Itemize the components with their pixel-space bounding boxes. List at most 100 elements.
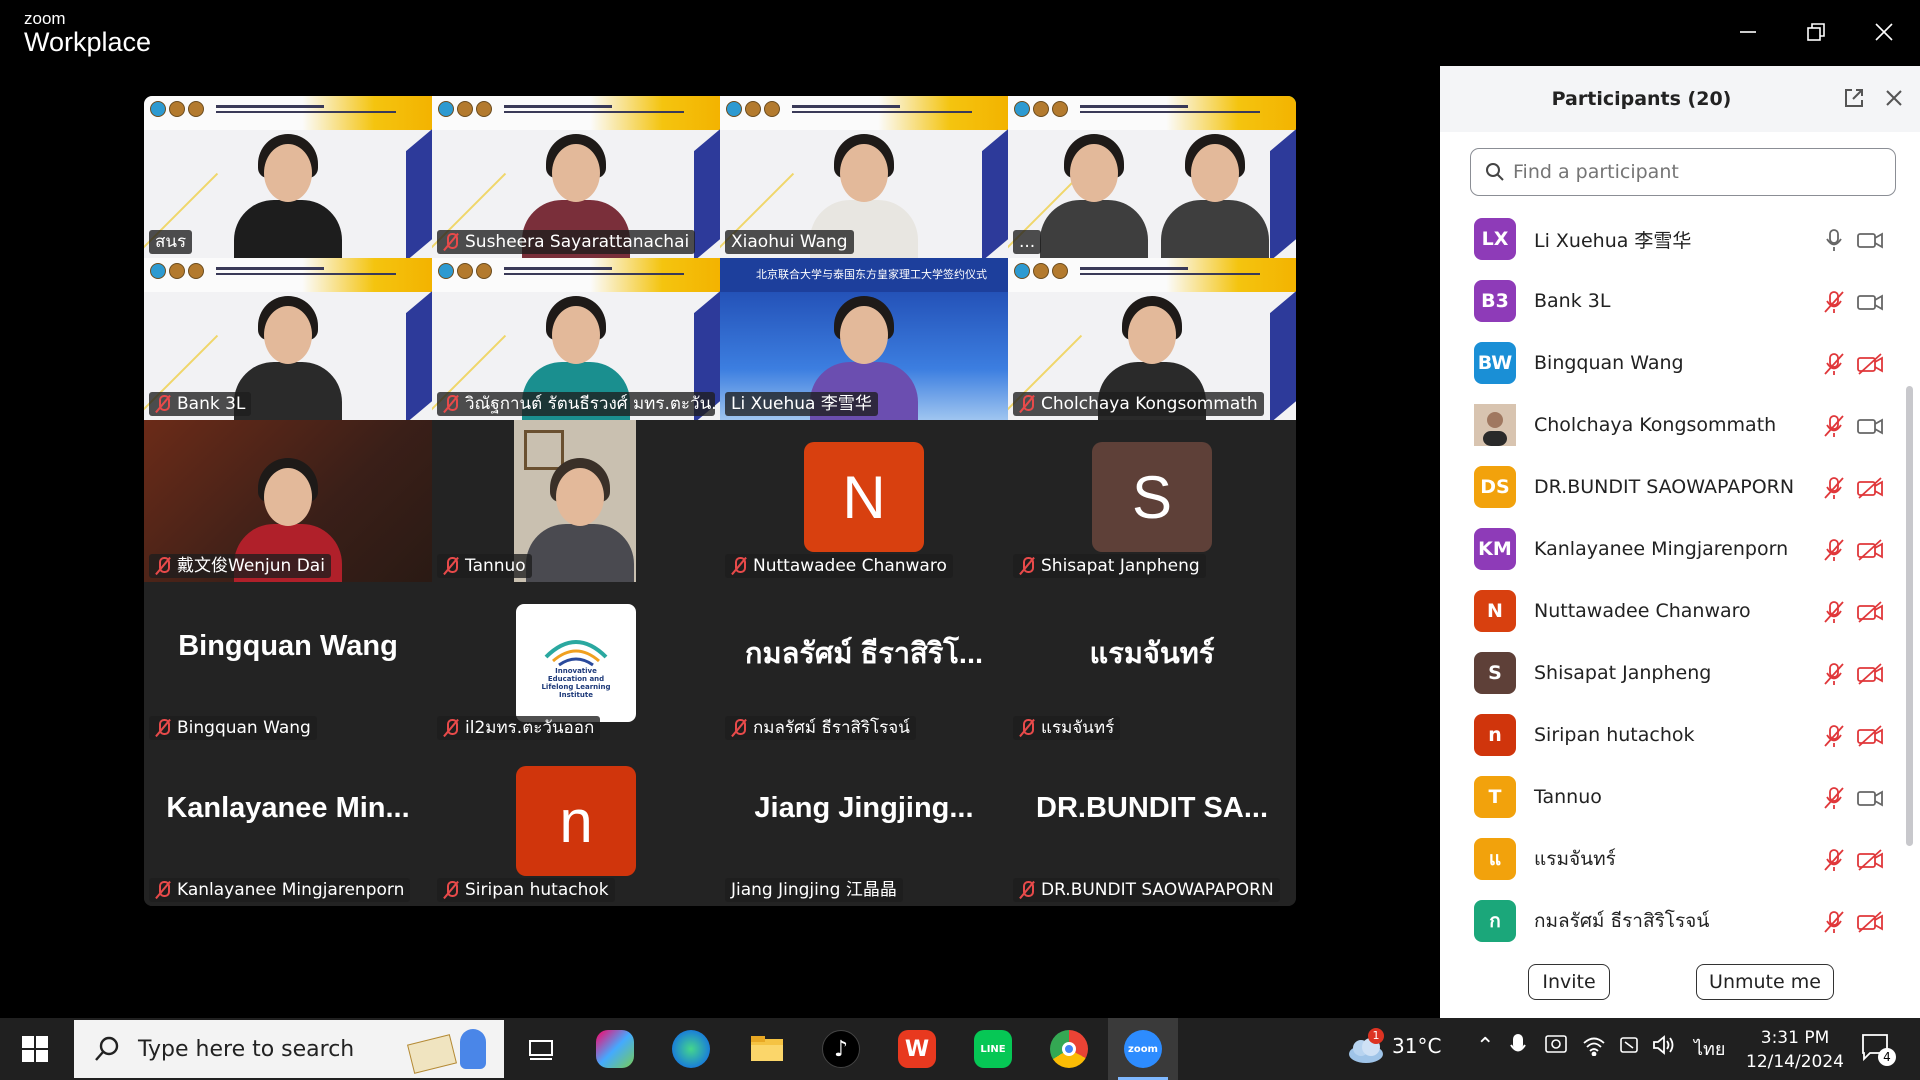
clock[interactable]: 3:31 PM 12/14/2024: [1740, 1026, 1850, 1074]
participants-panel: Participants (20) LX Li Xuehua 李雪华 B3 Bank …: [1440, 66, 1920, 1018]
video-off-icon: [1856, 848, 1884, 876]
close-icon: [1886, 90, 1902, 106]
video-tile[interactable]: Kanlayanee Min... Kanlayanee Mingjarenpor…: [144, 744, 432, 906]
video-tile[interactable]: Susheera Sayarattanachai: [432, 96, 720, 258]
participant-row[interactable]: B3 Bank 3L: [1440, 270, 1900, 332]
participant-big-name: Jiang Jingjing...: [754, 792, 974, 824]
tile-name-text: แรมจันทร์: [1041, 718, 1115, 738]
notifications-button[interactable]: 4: [1860, 1032, 1896, 1066]
close-panel-button[interactable]: [1884, 88, 1904, 112]
taskbar-search-placeholder: Type here to search: [138, 1036, 355, 1062]
video-tile[interactable]: วิณัฐกานต์ รัตนธีรวงศ์ มทร.ตะวัน...: [432, 258, 720, 420]
video-tile[interactable]: Xiaohui Wang: [720, 96, 1008, 258]
show-hidden-icons[interactable]: ⌃: [1476, 1034, 1494, 1059]
clock-time: 3:31 PM: [1760, 1028, 1830, 1048]
participant-row[interactable]: KM Kanlayanee Mingjarenporn: [1440, 518, 1900, 580]
video-tile[interactable]: S Shisapat Janpheng: [1008, 420, 1296, 582]
video-tile[interactable]: Bingquan Wang Bingquan Wang: [144, 582, 432, 744]
participant-big-name: แรมจันทร์: [1089, 638, 1215, 670]
tile-name-label: Kanlayanee Mingjarenporn: [149, 878, 411, 902]
zoom-taskbar-active[interactable]: zoom: [1108, 1018, 1178, 1080]
tile-name-text: Xiaohui Wang: [731, 232, 848, 252]
wifi-icon[interactable]: [1582, 1034, 1606, 1061]
video-tile[interactable]: Innovative Education and Lifelong Learni…: [432, 582, 720, 744]
participant-row[interactable]: ก กมลรัศม์ ธีราสิริโรจน์: [1440, 890, 1900, 952]
participant-row[interactable]: BW Bingquan Wang: [1440, 332, 1900, 394]
input-language[interactable]: ไทย: [1694, 1034, 1725, 1063]
tile-name-text: Bingquan Wang: [177, 718, 311, 738]
start-button[interactable]: [22, 1036, 48, 1066]
video-tile[interactable]: สนร: [144, 96, 432, 258]
popout-icon: [1845, 89, 1863, 107]
institute-logo-icon: [544, 640, 608, 667]
participant-row[interactable]: LX Li Xuehua 李雪华: [1440, 208, 1900, 270]
participant-row[interactable]: T Tannuo: [1440, 766, 1900, 828]
tray-app-icon[interactable]: [1544, 1034, 1568, 1061]
chrome-button[interactable]: [1050, 1030, 1088, 1068]
mic-muted-icon: [443, 557, 459, 575]
weather-widget[interactable]: 1: [1346, 1028, 1386, 1066]
file-explorer-button[interactable]: [748, 1030, 786, 1068]
task-view-button[interactable]: [522, 1030, 560, 1068]
tile-name-label: วิณัฐกานต์ รัตนธีรวงศ์ มทร.ตะวัน...: [437, 392, 715, 416]
video-tile[interactable]: Tannuo: [432, 420, 720, 582]
participant-scrollbar[interactable]: [1906, 386, 1913, 846]
video-tile[interactable]: DR.BUNDIT SA... DR.BUNDIT SAOWAPAPORN: [1008, 744, 1296, 906]
mic-muted-icon: [1822, 786, 1846, 814]
video-off-icon: [1856, 910, 1884, 938]
unmute-me-button[interactable]: Unmute me: [1696, 964, 1834, 1000]
tiktok-icon: ♪: [833, 1036, 849, 1062]
restore-icon: [1807, 23, 1825, 41]
participant-row[interactable]: N Nuttawadee Chanwaro: [1440, 580, 1900, 642]
video-tile[interactable]: N Nuttawadee Chanwaro: [720, 420, 1008, 582]
tile-name-text: Li Xuehua 李雪华: [731, 394, 872, 414]
mic-muted-icon: [1822, 476, 1846, 504]
edge-button[interactable]: [672, 1030, 710, 1068]
mic-muted-icon: [1822, 600, 1846, 628]
mic-muted-icon: [731, 719, 747, 737]
tile-name-label: Susheera Sayarattanachai: [437, 230, 696, 254]
copilot-button[interactable]: [596, 1030, 634, 1068]
video-tile[interactable]: Bank 3L: [144, 258, 432, 420]
popout-button[interactable]: [1842, 86, 1866, 114]
battery-icon[interactable]: [1618, 1034, 1640, 1061]
avatar-initial: S: [1092, 442, 1212, 552]
video-tile[interactable]: แรมจันทร์ แรมจันทร์: [1008, 582, 1296, 744]
microphone-tray-icon[interactable]: [1510, 1034, 1526, 1063]
participant-avatar: T: [1474, 776, 1516, 818]
invite-button[interactable]: Invite: [1528, 964, 1610, 1000]
participant-status-icons: [1822, 910, 1884, 938]
video-tile[interactable]: ...: [1008, 96, 1296, 258]
participant-name: แรมจันทร์: [1534, 848, 1616, 870]
participant-row[interactable]: S Shisapat Janpheng: [1440, 642, 1900, 704]
close-button[interactable]: [1862, 12, 1906, 52]
minimize-button[interactable]: [1726, 12, 1770, 52]
tiktok-button[interactable]: ♪: [822, 1030, 860, 1068]
volume-icon[interactable]: [1652, 1034, 1676, 1061]
participant-row[interactable]: แ แรมจันทร์: [1440, 828, 1900, 890]
participant-row[interactable]: DS DR.BUNDIT SAOWAPAPORN: [1440, 456, 1900, 518]
participant-status-icons: [1822, 848, 1884, 876]
video-tile[interactable]: 戴文俊Wenjun Dai: [144, 420, 432, 582]
restore-button[interactable]: [1794, 12, 1838, 52]
avatar-initial: N: [804, 442, 924, 552]
participant-row[interactable]: n Siripan hutachok: [1440, 704, 1900, 766]
participant-row[interactable]: Cholchaya Kongsommath: [1440, 394, 1900, 456]
video-tile[interactable]: Jiang Jingjing... Jiang Jingjing 江晶晶: [720, 744, 1008, 906]
participant-search[interactable]: [1470, 148, 1896, 196]
task-view-icon: [529, 1040, 553, 1060]
video-tile[interactable]: n Siripan hutachok: [432, 744, 720, 906]
search-highlight-art: [407, 1025, 490, 1074]
tile-name-label: สนร: [149, 230, 193, 254]
video-tile[interactable]: Cholchaya Kongsommath: [1008, 258, 1296, 420]
video-tile[interactable]: 北京联合大学与泰国东方皇家理工大学签约仪式 Li Xuehua 李雪华: [720, 258, 1008, 420]
brand-big: Workplace: [24, 27, 152, 57]
participant-status-icons: [1822, 786, 1884, 814]
video-tile[interactable]: กมลรัศม์ ธีราสิริโ... กมลรัศม์ ธีราสิริโร…: [720, 582, 1008, 744]
taskbar-search[interactable]: Type here to search: [74, 1020, 504, 1078]
line-button[interactable]: LINE: [974, 1030, 1012, 1068]
participant-search-input[interactable]: [1513, 161, 1873, 183]
ceremony-banner: [1008, 96, 1296, 130]
wps-button[interactable]: W: [898, 1030, 936, 1068]
video-off-icon: [1856, 662, 1884, 690]
